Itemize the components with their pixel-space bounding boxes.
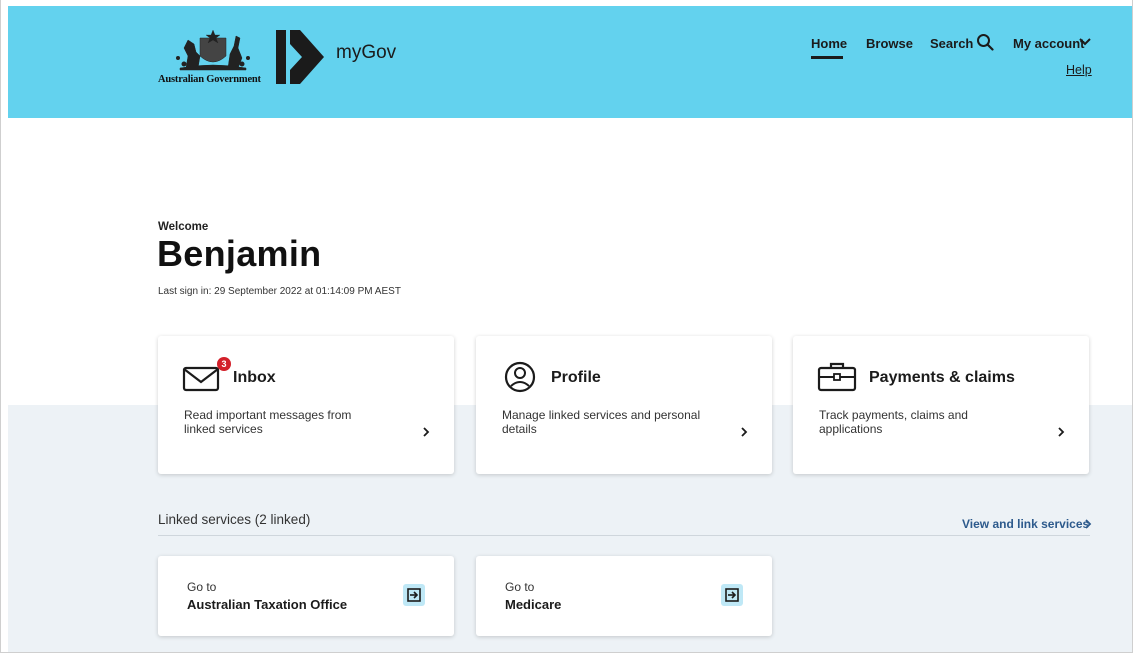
nav-help[interactable]: Help [1066,63,1092,77]
service-goto-label: Go to [505,580,535,594]
profile-icon [504,361,536,393]
external-go-icon[interactable] [721,584,743,606]
nav-home[interactable]: Home [811,36,847,51]
user-name: Benjamin [157,233,322,274]
service-name: Medicare [505,597,562,612]
external-go-icon[interactable] [403,584,425,606]
service-goto-label: Go to [187,580,217,594]
gov-label: Australian Government [158,74,261,85]
unread-count-badge: 3 [217,357,231,371]
search-icon[interactable] [976,33,994,51]
chevron-right-icon [741,427,748,437]
nav-browse[interactable]: Browse [866,36,913,51]
active-nav-indicator [811,56,843,59]
nav-search[interactable]: Search [930,36,973,51]
welcome-label: Welcome [158,221,209,233]
view-and-link-services-link[interactable]: View and link services [962,517,1089,531]
service-name: Australian Taxation Office [187,597,348,612]
inbox-card[interactable]: 3 Inbox Read important messages from lin… [158,336,454,474]
mail-icon [182,366,220,392]
chevron-down-icon[interactable] [1079,37,1091,47]
chevron-right-icon [1058,427,1065,437]
payments-title: Payments & claims [869,369,1015,386]
payments-card[interactable]: Payments & claims Track payments, claims… [793,336,1089,474]
inbox-title: Inbox [233,369,276,386]
site-header: Australian Government myGov Home Browse … [8,6,1132,118]
briefcase-icon [817,362,857,392]
chevron-right-icon[interactable] [1084,519,1092,529]
section-divider [158,535,1090,536]
service-card-ato[interactable]: Go to Australian Taxation Office [158,556,454,636]
linked-services-heading: Linked services (2 linked) [158,512,311,527]
coat-of-arms-icon [176,29,250,71]
payments-description: Track payments, claims and applications [819,408,968,436]
australian-government-logo[interactable]: Australian Government [158,28,268,90]
service-card-medicare[interactable]: Go to Medicare [476,556,772,636]
profile-title: Profile [551,369,601,386]
nav-my-account[interactable]: My account [1013,36,1085,51]
profile-card[interactable]: Profile Manage linked services and perso… [476,336,772,474]
last-sign-in: Last sign in: 29 September 2022 at 01:14… [158,286,401,297]
profile-description: Manage linked services and personal deta… [502,408,701,436]
brand-name[interactable]: myGov [336,42,396,64]
inbox-description: Read important messages from linked serv… [184,408,352,436]
mygov-logo-icon[interactable] [276,30,324,84]
chevron-right-icon [423,427,430,437]
